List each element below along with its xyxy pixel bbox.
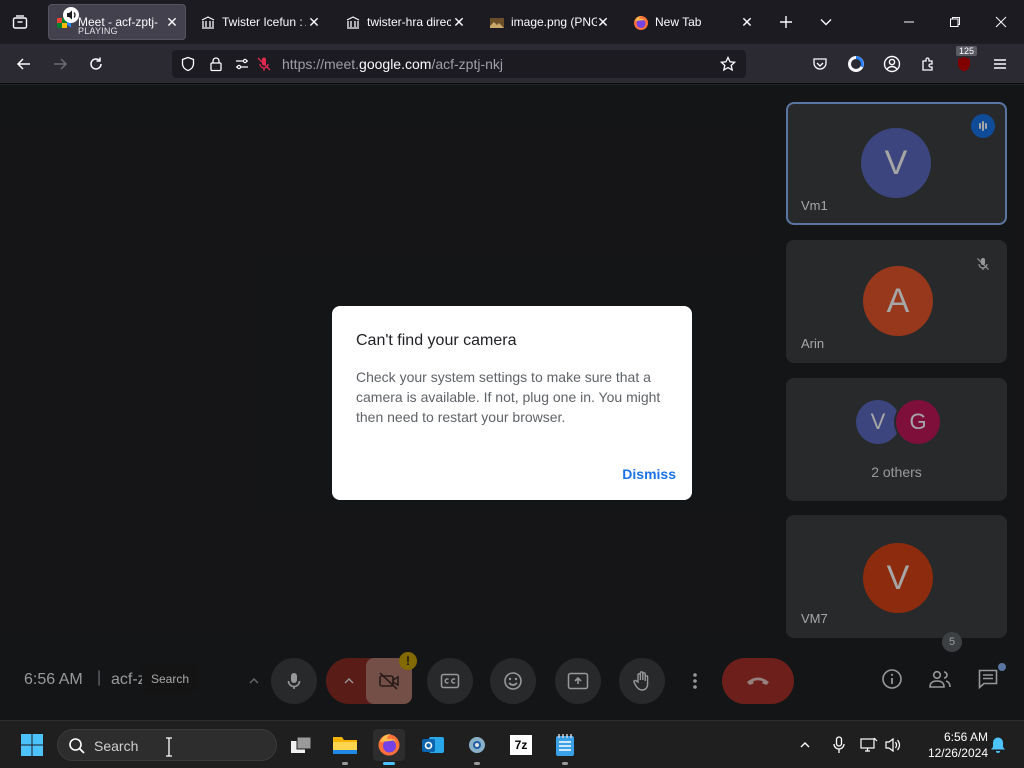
windows-taskbar: Search 7z 6:56 AM 12/26/2024 xyxy=(0,720,1024,768)
forward-button[interactable] xyxy=(48,52,72,76)
close-tab-icon[interactable]: ✕ xyxy=(164,14,180,30)
network-icon xyxy=(860,737,878,752)
taskbar-search[interactable]: Search xyxy=(57,729,277,761)
hamburger-icon xyxy=(994,59,1006,69)
outlook-button[interactable] xyxy=(417,729,449,761)
file-explorer-button[interactable] xyxy=(329,729,361,765)
ublock-badge: 125 xyxy=(956,46,978,56)
folder-icon xyxy=(333,737,357,754)
firefox-icon xyxy=(378,734,400,756)
account-button[interactable] xyxy=(880,52,904,76)
new-tab-button[interactable] xyxy=(774,10,798,34)
puzzle-icon xyxy=(922,57,933,71)
list-all-tabs-button[interactable] xyxy=(8,10,32,34)
tab-title: Twister Icefun : A xyxy=(222,15,306,29)
minimize-button[interactable] xyxy=(894,8,924,36)
url-bar[interactable]: https://meet.google.com/acf-zptj-nkj xyxy=(172,50,746,78)
tab-strip: Meet - acf-zptj- PLAYING ✕ Twister Icefu… xyxy=(0,0,1024,44)
notifications-button[interactable] xyxy=(988,729,1008,761)
close-tab-icon[interactable]: ✕ xyxy=(739,14,755,30)
meet-page: V Vm1 A Arin V G 2 others V VM7 6:56 AM … xyxy=(0,85,1024,720)
ublock-icon xyxy=(958,57,970,72)
tracking-protection-icon[interactable] xyxy=(180,56,196,72)
task-view-icon xyxy=(291,736,312,753)
gear-icon xyxy=(469,737,485,753)
dialog-title: Can't find your camera xyxy=(356,332,517,349)
pocket-icon xyxy=(813,58,827,70)
tab-twister-icefun[interactable]: Twister Icefun : A ✕ xyxy=(192,4,328,40)
chevron-down-icon xyxy=(820,19,832,26)
bookmark-star-icon[interactable] xyxy=(720,56,736,72)
dismiss-button[interactable]: Dismiss xyxy=(622,466,676,482)
permissions-icon[interactable] xyxy=(234,56,250,72)
url-text: https://meet.google.com/acf-zptj-nkj xyxy=(282,56,504,72)
back-button[interactable] xyxy=(12,52,36,76)
tab-title: image.png (PNG xyxy=(511,15,597,29)
windows-logo-icon xyxy=(21,734,43,756)
tab-title: New Tab xyxy=(655,15,702,29)
extension-timer-button[interactable] xyxy=(844,52,868,76)
text-cursor-icon xyxy=(166,737,172,757)
tab-new-tab[interactable]: New Tab ✕ xyxy=(625,4,761,40)
show-hidden-icons-button[interactable] xyxy=(792,729,818,761)
task-view-button[interactable] xyxy=(285,729,317,761)
tabs-icon xyxy=(12,15,28,29)
search-placeholder: Search xyxy=(94,738,139,754)
navigation-toolbar: https://meet.google.com/acf-zptj-nkj 125 xyxy=(0,44,1024,84)
archive-icon xyxy=(200,15,216,31)
network-button[interactable] xyxy=(858,729,880,761)
chevron-up-icon xyxy=(800,742,810,748)
pocket-button[interactable] xyxy=(808,52,832,76)
plus-icon xyxy=(780,16,792,28)
notepad-icon xyxy=(556,734,574,756)
tab-meet[interactable]: Meet - acf-zptj- PLAYING ✕ xyxy=(48,4,186,40)
lock-icon[interactable] xyxy=(208,56,224,72)
tab-overflow-button[interactable] xyxy=(814,10,838,34)
close-tab-icon[interactable]: ✕ xyxy=(306,14,322,30)
clock-time: 6:56 AM xyxy=(943,730,988,744)
ublock-button[interactable]: 125 xyxy=(952,46,978,76)
firefox-taskbar-button[interactable] xyxy=(373,729,405,765)
camera-not-found-dialog: Can't find your camera Check your system… xyxy=(332,306,692,500)
archive-icon xyxy=(345,15,361,31)
extensions-button[interactable] xyxy=(916,52,940,76)
image-icon xyxy=(489,15,505,31)
forward-arrow-icon xyxy=(54,58,68,70)
microphone-icon xyxy=(833,736,845,753)
close-tab-icon[interactable]: ✕ xyxy=(595,14,611,30)
tab-title: twister-hra direc xyxy=(367,15,451,29)
close-tab-icon[interactable]: ✕ xyxy=(451,14,467,30)
close-window-button[interactable] xyxy=(986,8,1016,36)
app-menu-button[interactable] xyxy=(988,52,1012,76)
restore-icon xyxy=(950,17,960,27)
seven-zip-button[interactable]: 7z xyxy=(505,729,537,761)
dialog-message: Check your system settings to make sure … xyxy=(356,369,661,425)
firefox-icon xyxy=(633,15,649,31)
settings-button[interactable] xyxy=(461,729,493,765)
notepad-button[interactable] xyxy=(549,729,581,765)
taskbar-clock[interactable]: 6:56 AM 12/26/2024 xyxy=(898,729,988,761)
reload-icon xyxy=(90,57,102,70)
back-arrow-icon xyxy=(16,58,30,70)
clock-date: 12/26/2024 xyxy=(927,746,988,760)
tab-twister-hra[interactable]: twister-hra direc ✕ xyxy=(337,4,473,40)
minimize-icon xyxy=(904,21,914,23)
tab-playing-label: PLAYING xyxy=(78,26,118,36)
reload-button[interactable] xyxy=(84,52,108,76)
start-button[interactable] xyxy=(16,729,48,761)
outlook-icon xyxy=(422,737,444,753)
bell-icon xyxy=(991,737,1005,753)
seven-zip-icon: 7z xyxy=(510,735,532,755)
close-icon xyxy=(995,16,1007,28)
microphone-in-use-button[interactable] xyxy=(826,729,852,761)
search-icon xyxy=(69,738,85,754)
restore-button[interactable] xyxy=(940,8,970,36)
tab-image-png[interactable]: image.png (PNG ✕ xyxy=(481,4,617,40)
microphone-blocked-icon[interactable] xyxy=(256,56,272,72)
timer-extension-icon xyxy=(848,56,864,72)
account-icon xyxy=(883,55,901,73)
